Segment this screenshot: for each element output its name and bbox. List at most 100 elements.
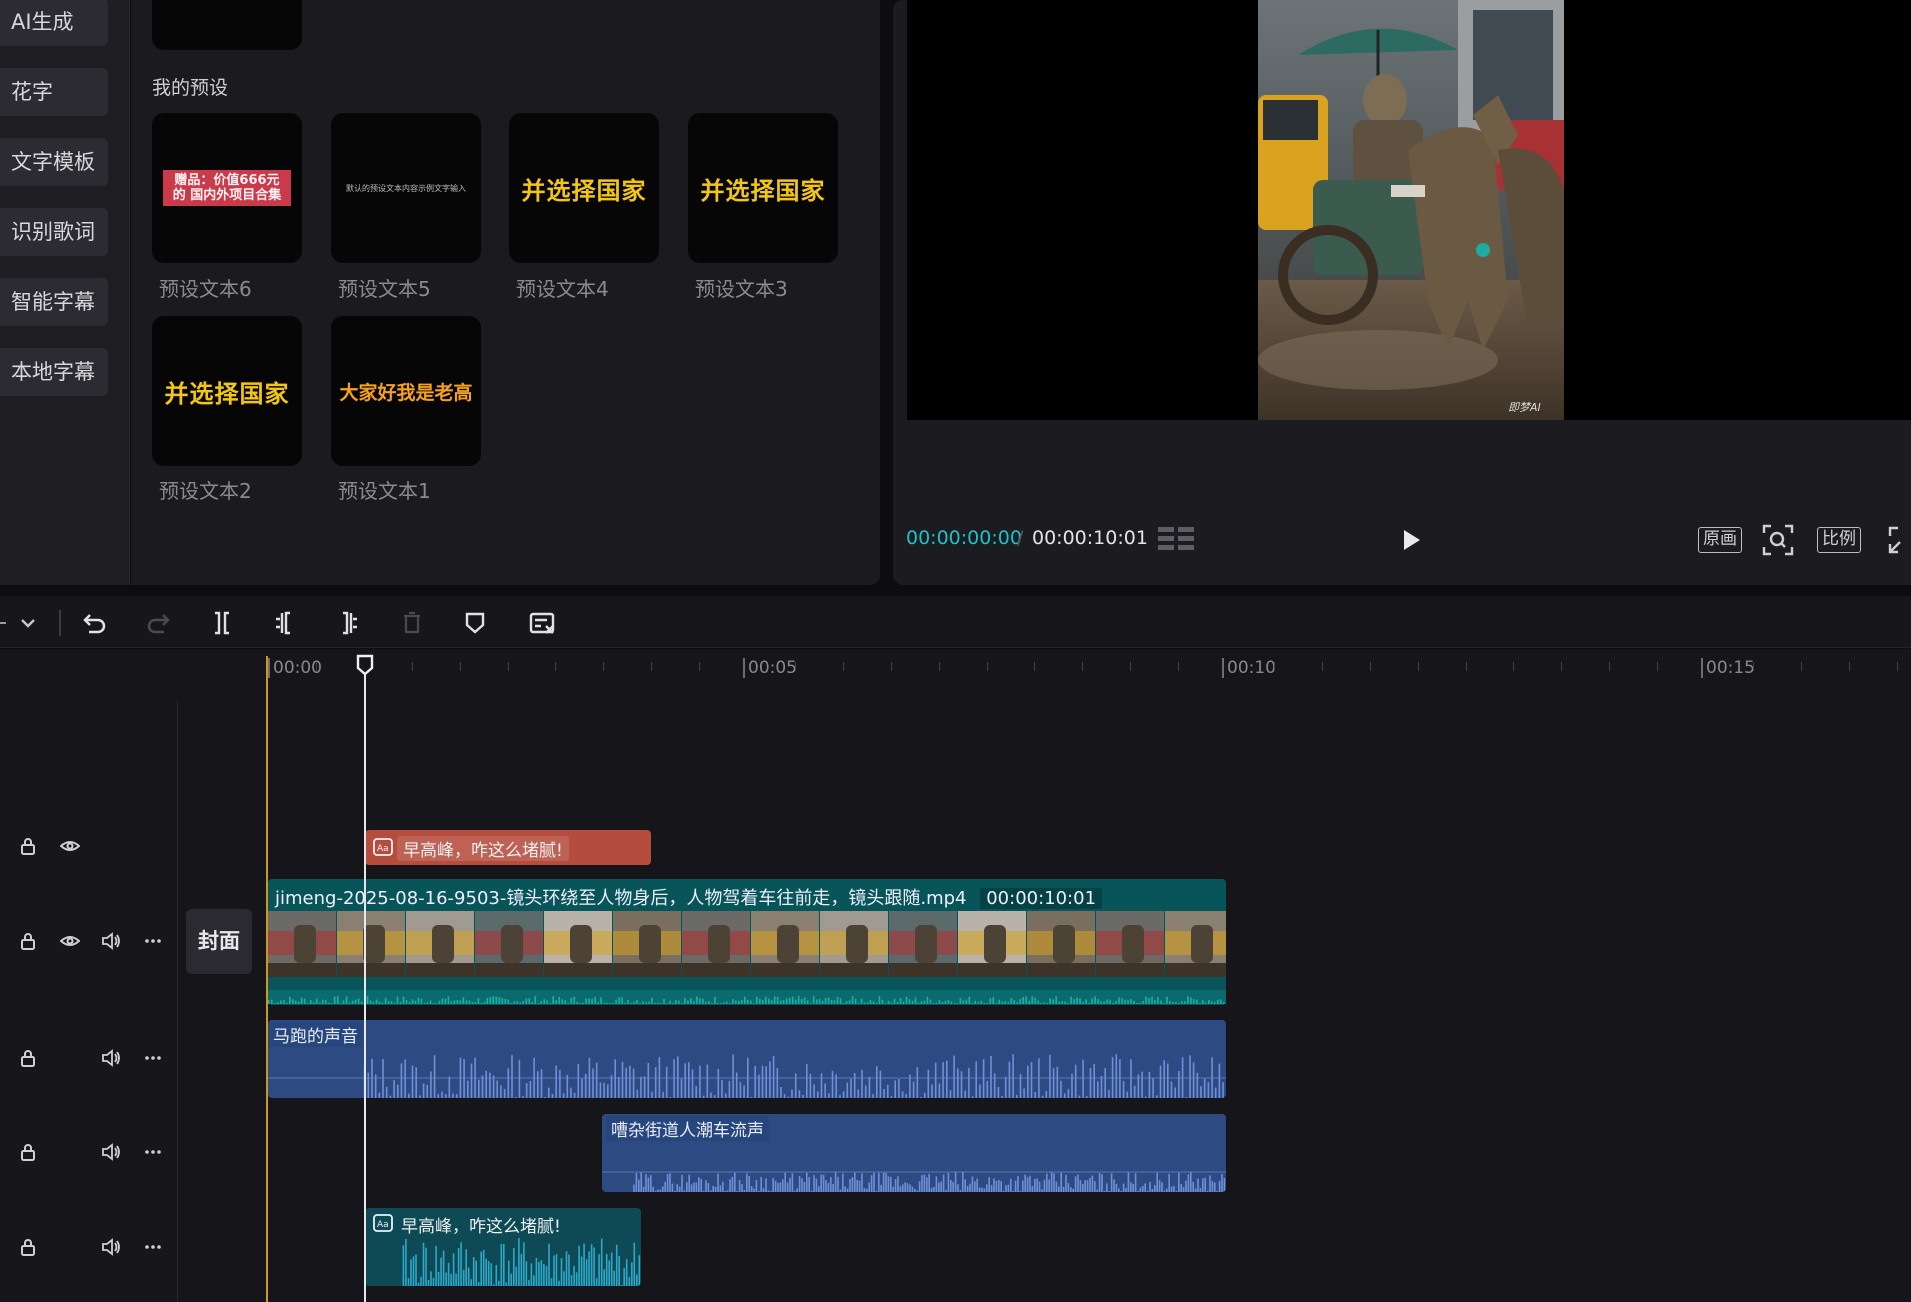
ruler-minor-tick [1082, 662, 1084, 671]
delete-icon [404, 611, 420, 634]
video-thumbnail [958, 911, 1026, 977]
ruler-minor-tick [699, 662, 701, 671]
svg-text:Aa: Aa [377, 1220, 389, 1230]
ruler-minor-tick [938, 662, 940, 671]
original-quality-button[interactable]: 原画 [1698, 527, 1742, 553]
redo-icon [147, 614, 170, 634]
lock-icon[interactable] [18, 1142, 38, 1162]
lock-icon[interactable] [18, 931, 38, 951]
preset-preview-6: 赠品：价值666元的 国内外项目合集 [163, 170, 291, 206]
toolbar-divider [59, 610, 61, 636]
undo-icon[interactable] [80, 608, 110, 638]
preset-tile-5[interactable]: 默认的预设文本内容示例文字输入 [331, 113, 481, 263]
ruler-minor-tick [651, 662, 653, 671]
video-thumbnail [613, 911, 681, 977]
lock-icon[interactable] [18, 1237, 38, 1257]
text-clip-1[interactable]: Aa 早高峰，咋这么堵腻! [365, 830, 651, 865]
preset-tile-3[interactable]: 并选择国家 [688, 113, 838, 263]
audio-clip-2-label: 嘈杂街道人潮车流声 [606, 1116, 769, 1141]
more-options-icon[interactable] [143, 1237, 163, 1257]
preset-tile-2[interactable]: 并选择国家 [152, 316, 302, 466]
video-clip-label: jimeng-2025-08-16-9503-镜头环绕至人物身后，人物驾着车往前… [275, 884, 1103, 910]
ruler-label-5: 00:05 [748, 658, 797, 678]
audio-waveform-1 [268, 1054, 1226, 1098]
more-options-icon[interactable] [143, 1048, 163, 1068]
fullscreen-icon[interactable] [1888, 526, 1911, 554]
preset-caption-6: 预设文本6 [159, 277, 252, 301]
more-options-icon[interactable] [143, 1142, 163, 1162]
video-audio-waveform [268, 990, 1226, 1004]
preset-caption-2: 预设文本2 [159, 479, 252, 503]
video-thumbnail [751, 911, 819, 977]
video-thumbnail [820, 911, 888, 977]
marker-icon[interactable] [460, 608, 490, 638]
grid-view-icon[interactable] [1156, 525, 1198, 553]
ruler-major-tick [743, 658, 745, 678]
ruler-label-15: 00:15 [1706, 658, 1755, 678]
video-thumbnail [475, 911, 543, 977]
sidebar-item-fancy-text[interactable]: 花字 [0, 68, 108, 116]
volume-icon[interactable] [101, 1237, 121, 1257]
preset-caption-1: 预设文本1 [338, 479, 431, 503]
play-button[interactable] [1396, 525, 1426, 555]
ruler-minor-tick [1321, 662, 1323, 671]
sidebar-item-ai-generate[interactable]: AI生成 [0, 0, 108, 46]
svg-text:Aa: Aa [377, 844, 389, 854]
video-thumbnail [544, 911, 612, 977]
eye-icon[interactable] [60, 931, 80, 951]
video-thumbnail [1165, 911, 1226, 977]
time-separator: / [1017, 527, 1024, 549]
timeline-start-line [266, 656, 268, 1302]
category-sidebar: AI生成 花字 文字模板 识别歌词 智能字幕 本地字幕 [0, 0, 130, 585]
video-thumbnail [337, 911, 405, 977]
subtitle-icon: Aa [373, 1214, 393, 1232]
ruler-label-0: 00:00 [273, 658, 322, 678]
ruler-minor-tick [1896, 662, 1898, 671]
preset-tile-partial[interactable] [152, 0, 302, 50]
preset-caption-4: 预设文本4 [516, 277, 609, 301]
volume-icon[interactable] [101, 931, 121, 951]
volume-icon[interactable] [101, 1142, 121, 1162]
ratio-button[interactable]: 比例 [1817, 527, 1861, 553]
video-thumbnail [682, 911, 750, 977]
ruler-label-10: 00:10 [1227, 658, 1276, 678]
audio-clip-1[interactable]: 马跑的声音 [268, 1020, 1226, 1098]
ruler-minor-tick [1513, 662, 1515, 671]
sidebar-item-smart-subtitle[interactable]: 智能字幕 [0, 278, 108, 326]
ruler-minor-tick [794, 662, 796, 671]
eye-icon[interactable] [60, 836, 80, 856]
sidebar-item-text-template[interactable]: 文字模板 [0, 138, 108, 186]
volume-icon[interactable] [101, 1048, 121, 1068]
more-options-icon[interactable] [143, 931, 163, 951]
chevron-down-icon[interactable] [16, 608, 40, 638]
preset-preview-5: 默认的预设文本内容示例文字输入 [346, 183, 466, 193]
audio-clip-1-label: 马跑的声音 [268, 1022, 363, 1047]
clear-subtitle-icon[interactable] [528, 608, 558, 638]
thumbnail-strip [268, 911, 1226, 977]
video-thumbnail [1027, 911, 1095, 977]
tts-clip[interactable]: Aa 早高峰，咋这么堵腻! [365, 1208, 641, 1286]
track-headers [0, 700, 178, 1302]
preset-tile-4[interactable]: 并选择国家 [509, 113, 659, 263]
ruler-minor-tick [459, 662, 461, 671]
svg-text:即梦AI: 即梦AI [1508, 401, 1541, 414]
sidebar-item-local-subtitle[interactable]: 本地字幕 [0, 348, 108, 396]
split-icon[interactable] [207, 608, 237, 638]
ruler-minor-tick [1465, 662, 1467, 671]
zoom-fit-icon[interactable] [1762, 524, 1794, 556]
playhead[interactable] [364, 668, 366, 1302]
audio-clip-2[interactable]: 嘈杂街道人潮车流声 [602, 1114, 1226, 1192]
lock-icon[interactable] [18, 1048, 38, 1068]
video-frame: 即梦AI [1258, 0, 1564, 420]
video-thumbnail [406, 911, 474, 977]
current-time: 00:00:00:00 [906, 527, 1022, 549]
sidebar-item-recognize-lyrics[interactable]: 识别歌词 [0, 208, 108, 256]
preset-tile-6[interactable]: 赠品：价值666元的 国内外项目合集 [152, 113, 302, 263]
cover-button[interactable]: 封面 [186, 909, 252, 974]
playhead-handle[interactable] [355, 653, 375, 677]
trim-right-icon[interactable] [333, 608, 363, 638]
lock-icon[interactable] [18, 836, 38, 856]
preset-preview-4: 并选择国家 [521, 176, 647, 205]
trim-left-icon[interactable] [270, 608, 300, 638]
preset-tile-1[interactable]: 大家好我是老高 [331, 316, 481, 466]
